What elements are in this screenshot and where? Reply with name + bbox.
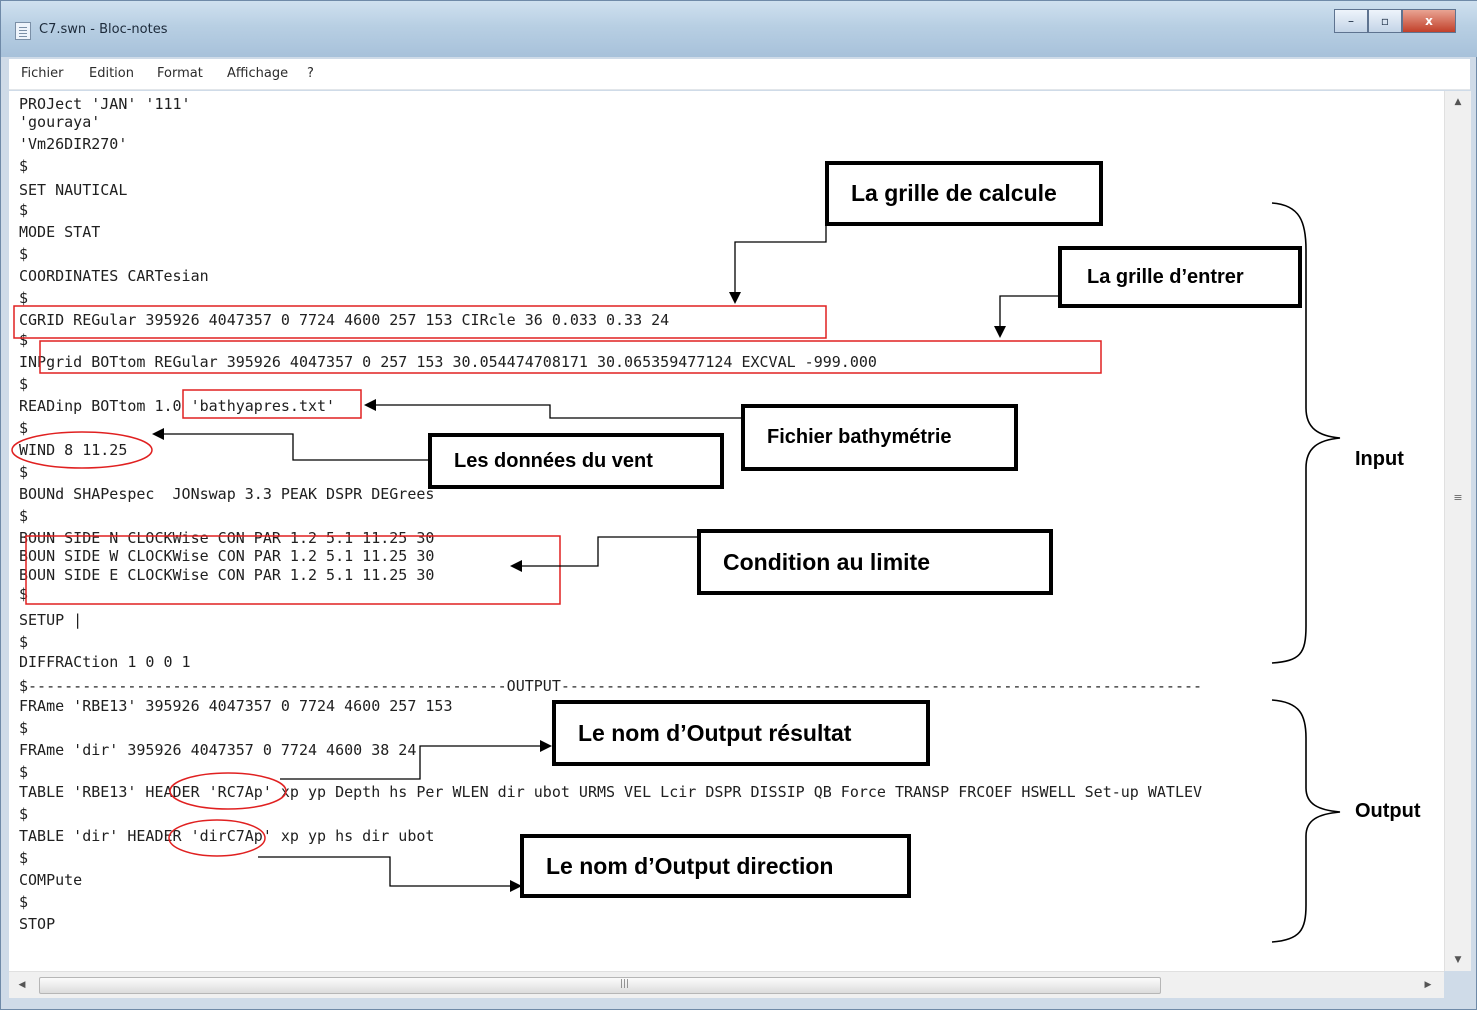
annotation-output-direction: Le nom d’Output direction <box>520 834 911 898</box>
arrowhead-grille-calcule <box>729 292 741 304</box>
output-brace <box>1271 699 1341 943</box>
annotation-fichier-bathymetrie: Fichier bathymétrie <box>741 404 1018 471</box>
output-result-name-ellipse <box>169 772 287 810</box>
arrow-fichier-bathy <box>372 404 742 419</box>
input-section-label: Input <box>1355 448 1404 470</box>
annotation-output-resultat: Le nom d’Output résultat <box>552 700 930 766</box>
arrowhead-donnees-vent <box>152 428 164 440</box>
cgrid-highlight-box <box>13 305 827 339</box>
arrow-output-direction <box>258 856 514 887</box>
annotation-grille-calcule: La grille de calcule <box>825 161 1103 226</box>
output-section-label: Output <box>1355 800 1421 822</box>
annotation-grille-entrer: La grille d’entrer <box>1058 246 1302 308</box>
arrow-output-resultat <box>280 745 544 780</box>
annotation-condition-limite: Condition au limite <box>697 529 1053 595</box>
arrowhead-condition-limite <box>510 560 522 572</box>
arrow-donnees-vent <box>160 433 430 461</box>
arrow-grille-entrer <box>999 295 1058 332</box>
arrowhead-fichier-bathy <box>364 399 376 411</box>
arrowhead-output-resultat <box>540 740 552 752</box>
inpgrid-highlight-box <box>39 340 1102 374</box>
bathy-file-highlight-box <box>182 389 362 419</box>
output-direction-name-ellipse <box>168 819 266 857</box>
wind-highlight-ellipse <box>11 431 153 469</box>
annotation-donnees-vent: Les données du vent <box>428 433 724 489</box>
boundary-highlight-box <box>25 535 561 605</box>
arrow-grille-calcule <box>734 224 827 298</box>
arrowhead-grille-entrer <box>994 326 1006 338</box>
arrow-condition-limite <box>518 536 697 567</box>
